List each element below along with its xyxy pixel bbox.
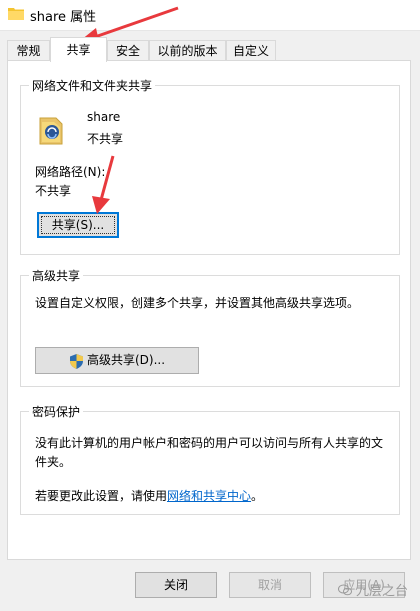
window-title: share 属性 (30, 10, 97, 25)
change-prefix: 若要更改此设置，请使用 (35, 489, 168, 503)
focus-rect (41, 216, 115, 234)
shared-folder-icon (39, 117, 63, 145)
advanced-sharing-group: 高级共享 设置自定义权限，创建多个共享，并设置其他高级共享选项。 高级共享(D)… (20, 267, 400, 387)
network-path-value: 不共享 (35, 184, 72, 198)
group-title: 密码保护 (29, 403, 84, 420)
network-sharing-center-link[interactable]: 网络和共享中心 (167, 489, 251, 503)
change-setting-text: 若要更改此设置，请使用网络和共享中心。 (35, 487, 263, 504)
tab-security[interactable]: 安全 (107, 40, 149, 60)
tab-previous-versions[interactable]: 以前的版本 (149, 40, 226, 60)
password-description-line2: 件夹。 (35, 455, 72, 469)
wechat-icon (337, 584, 352, 596)
tab-label: 安全 (115, 44, 140, 58)
tab-label: 以前的版本 (157, 44, 218, 58)
tab-label: 自定义 (232, 44, 269, 58)
uac-shield-icon (70, 354, 83, 369)
advanced-sharing-button-label: 高级共享(D)... (87, 353, 166, 367)
tab-general[interactable]: 常规 (7, 40, 50, 60)
group-title: 高级共享 (29, 267, 84, 284)
tab-sharing[interactable]: 共享 (50, 37, 107, 62)
cancel-button[interactable]: 取消 (229, 572, 311, 598)
folder-name: share (87, 110, 121, 124)
tab-customize[interactable]: 自定义 (226, 40, 276, 60)
network-sharing-group: 网络文件和文件夹共享 share 不共享 网络路径(N): 不共享 共享(S).… (20, 77, 400, 255)
tab-label: 共享 (66, 43, 91, 57)
share-button[interactable]: 共享(S)... (37, 212, 119, 238)
watermark: 九层之台 (337, 580, 408, 599)
dialog-footer: 关闭 取消 应用(A) 九层之台 (0, 560, 420, 611)
password-description-line1: 没有此计算机的用户帐户和密码的用户可以访问与所有人共享的文 (35, 436, 384, 450)
network-path-label: 网络路径(N): (35, 165, 106, 179)
sharing-panel: 网络文件和文件夹共享 share 不共享 网络路径(N): 不共享 共享(S).… (7, 60, 411, 560)
watermark-text: 九层之台 (355, 584, 408, 599)
close-button-label: 关闭 (163, 578, 188, 592)
advanced-sharing-description: 设置自定义权限，创建多个共享，并设置其他高级共享选项。 (35, 296, 360, 310)
tab-label: 常规 (16, 44, 41, 58)
share-status: 不共享 (87, 132, 124, 146)
change-suffix: 。 (251, 489, 264, 503)
cancel-button-label: 取消 (257, 578, 282, 592)
title-bar: share 属性 (0, 0, 420, 31)
password-protection-group: 密码保护 没有此计算机的用户帐户和密码的用户可以访问与所有人共享的文 件夹。 若… (20, 403, 400, 515)
close-button[interactable]: 关闭 (135, 572, 217, 598)
advanced-sharing-button[interactable]: 高级共享(D)... (35, 347, 199, 374)
group-title: 网络文件和文件夹共享 (29, 77, 156, 94)
folder-icon (8, 8, 24, 20)
